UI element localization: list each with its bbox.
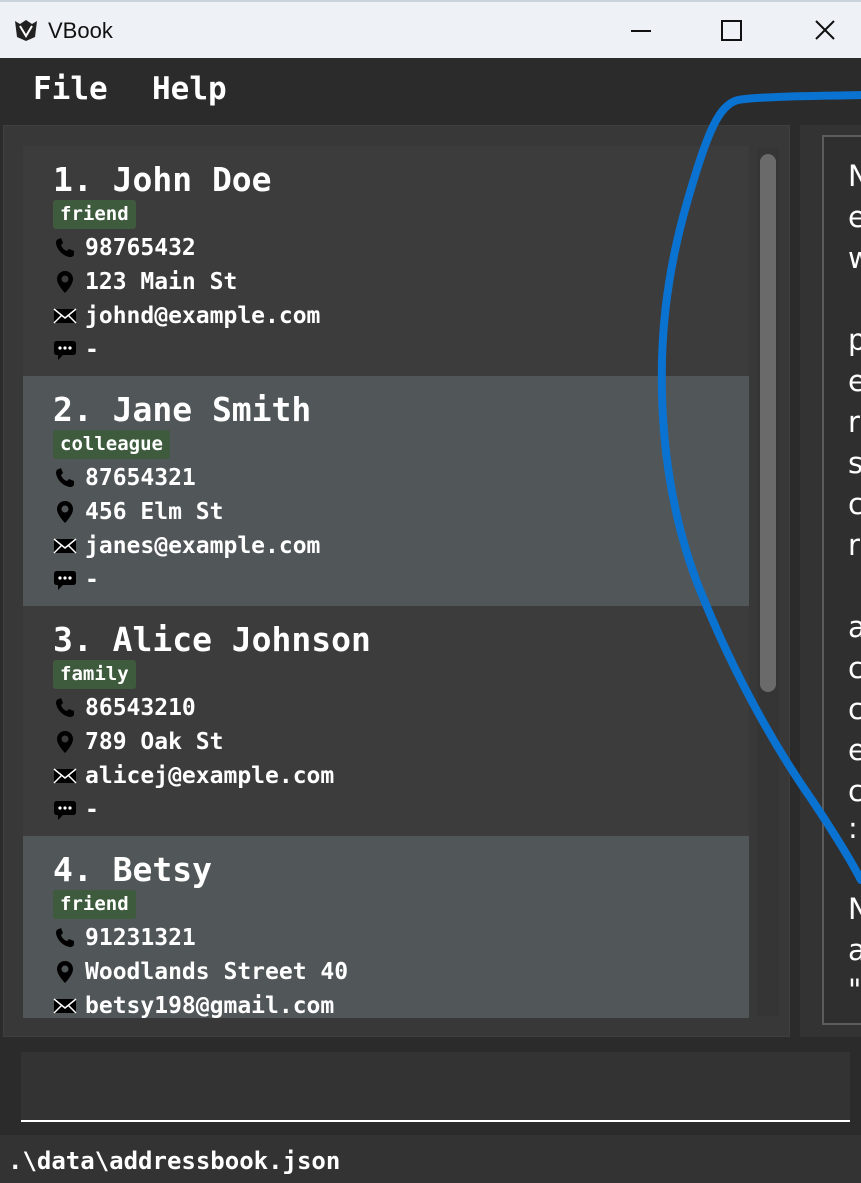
email-text: alicej@example.com — [85, 763, 335, 789]
vbook-logo-icon — [15, 20, 37, 41]
person-name: 2. Jane Smith — [53, 390, 312, 429]
email-icon — [53, 768, 77, 784]
address-text: Woodlands Street 40 — [85, 959, 349, 985]
email-row: alicej@example.com — [53, 762, 334, 790]
result-line: N — [848, 892, 861, 926]
email-text: johnd@example.com — [85, 303, 321, 329]
location-pin-icon — [57, 731, 73, 753]
email-icon — [53, 538, 77, 554]
maximize-button[interactable] — [702, 10, 762, 50]
result-display[interactable]: N e w p e r s c r a c c e c : N a " — [822, 135, 861, 1025]
email-row: janes@example.com — [53, 532, 320, 560]
phone-icon — [56, 238, 74, 257]
window-title: VBook — [48, 18, 113, 43]
remark-row: - — [53, 336, 99, 364]
menu-bar: File Help — [0, 58, 861, 124]
result-line: c — [848, 774, 861, 808]
email-icon — [53, 308, 77, 324]
result-line: r — [848, 528, 860, 562]
result-line: r — [848, 405, 860, 439]
location-pin-icon — [57, 961, 73, 983]
person-tag: friend — [53, 890, 136, 919]
email-text: janes@example.com — [85, 533, 321, 559]
menu-help[interactable]: Help — [152, 71, 227, 107]
person-list[interactable]: 1. John Doe friend 98765432 123 Main St … — [23, 146, 749, 1018]
remark-text: - — [85, 337, 99, 363]
person-name: 4. Betsy — [53, 850, 212, 889]
address-row: Woodlands Street 40 — [53, 958, 348, 986]
address-row: 789 Oak St — [53, 728, 223, 756]
phone-icon — [56, 698, 74, 717]
title-bar: VBook — [0, 0, 861, 58]
command-input[interactable] — [21, 1052, 850, 1122]
result-line: " — [848, 973, 861, 1007]
result-line: c — [848, 651, 861, 685]
result-line: p — [848, 323, 861, 357]
result-line: : — [848, 811, 858, 845]
result-line: e — [848, 733, 861, 767]
phone-row: 87654321 — [53, 464, 196, 492]
phone-icon — [56, 928, 74, 947]
phone-text: 91231321 — [85, 925, 196, 951]
remark-text: - — [85, 567, 99, 593]
phone-icon — [56, 468, 74, 487]
person-card[interactable]: 3. Alice Johnson family 86543210 789 Oak… — [23, 606, 749, 836]
result-line: e — [848, 200, 861, 234]
phone-text: 98765432 — [85, 235, 196, 261]
phone-row: 86543210 — [53, 694, 196, 722]
phone-row: 98765432 — [53, 234, 196, 262]
location-pin-icon — [57, 501, 73, 523]
close-button[interactable] — [795, 10, 855, 50]
person-tag: family — [53, 660, 136, 689]
remark-row: - — [53, 566, 99, 594]
result-line: N — [848, 159, 861, 193]
speech-bubble-icon — [54, 801, 76, 820]
status-bar: .\data\addressbook.json — [0, 1135, 861, 1183]
list-scrollbar[interactable] — [757, 148, 779, 1016]
phone-text: 87654321 — [85, 465, 196, 491]
minimize-button[interactable] — [612, 10, 672, 50]
address-row: 456 Elm St — [53, 498, 223, 526]
result-line: a — [848, 610, 861, 644]
command-box-area — [0, 1040, 861, 1134]
result-panel: N e w p e r s c r a c c e c : N a " — [800, 125, 861, 1037]
scrollbar-thumb[interactable] — [760, 154, 776, 692]
person-card[interactable]: 2. Jane Smith colleague 87654321 456 Elm… — [23, 376, 749, 606]
result-line: e — [848, 364, 861, 398]
email-text: betsy198@gmail.com — [85, 993, 335, 1018]
result-line: s — [848, 446, 861, 480]
email-icon — [53, 998, 77, 1014]
phone-text: 86543210 — [85, 695, 196, 721]
address-text: 456 Elm St — [85, 499, 224, 525]
address-row: 123 Main St — [53, 268, 237, 296]
address-text: 123 Main St — [85, 269, 238, 295]
result-line: c — [848, 487, 861, 521]
person-card[interactable]: 1. John Doe friend 98765432 123 Main St … — [23, 146, 749, 376]
person-list-panel: 1. John Doe friend 98765432 123 Main St … — [3, 125, 790, 1037]
person-name: 3. Alice Johnson — [53, 620, 371, 659]
speech-bubble-icon — [54, 341, 76, 360]
person-name: 1. John Doe — [53, 160, 272, 199]
result-line: a — [848, 933, 861, 967]
person-tag: colleague — [53, 430, 170, 459]
menu-file[interactable]: File — [33, 71, 108, 107]
person-tag: friend — [53, 200, 136, 229]
remark-row: - — [53, 796, 99, 824]
remark-text: - — [85, 797, 99, 823]
speech-bubble-icon — [54, 571, 76, 590]
phone-row: 91231321 — [53, 924, 196, 952]
result-line: w — [848, 241, 861, 275]
person-card[interactable]: 4. Betsy friend 91231321 Woodlands Stree… — [23, 836, 749, 1018]
address-text: 789 Oak St — [85, 729, 224, 755]
result-line: c — [848, 692, 861, 726]
email-row: betsy198@gmail.com — [53, 992, 334, 1018]
location-pin-icon — [57, 271, 73, 293]
save-location-text: .\data\addressbook.json — [8, 1147, 341, 1175]
email-row: johnd@example.com — [53, 302, 320, 330]
